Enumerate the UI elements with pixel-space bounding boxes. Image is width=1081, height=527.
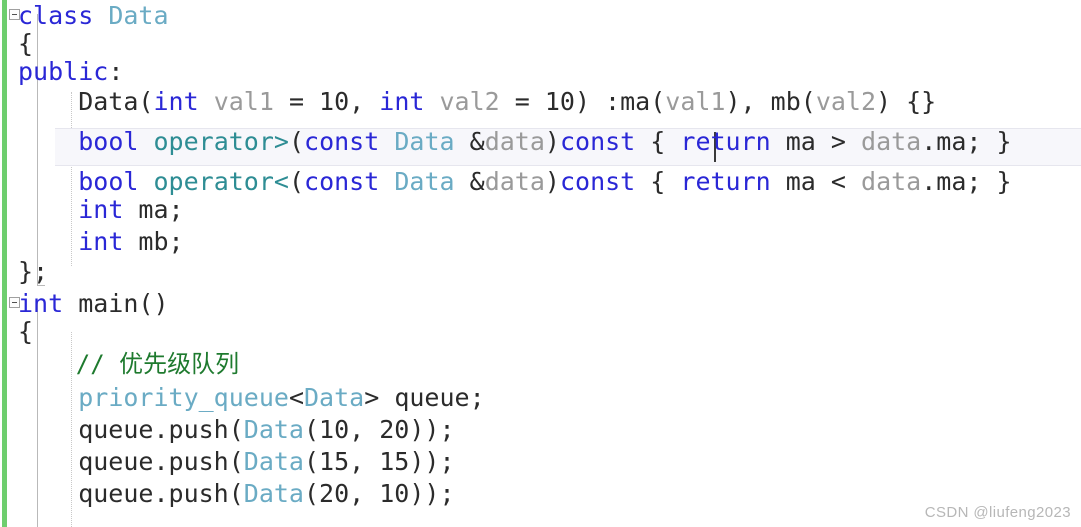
code-token: Data [108,1,169,30]
code-token: { [18,317,34,346]
code-line-15[interactable]: queue.push(Data(20, 10)); [18,474,455,514]
code-token: val1 [213,87,274,116]
code-token: const [304,127,380,156]
csdn-watermark: CSDN @liufeng2023 [924,504,1071,521]
code-token: .ma; } [921,167,1012,196]
code-token: operator> [153,127,289,156]
code-token: queue.push( [18,415,244,444]
code-token: return [680,167,771,196]
code-token: (20, 10)); [304,479,455,508]
code-token: ( [288,127,305,156]
code-token: Data( [18,87,154,116]
code-token: .ma; } [921,127,1012,156]
code-token: Data [394,127,455,156]
code-token: data [861,167,922,196]
code-token: return [680,127,771,156]
code-token: Data [243,415,304,444]
code-token: priority_queue [78,383,289,412]
code-token: = 10) :ma( [499,87,666,116]
code-line-9[interactable]: int main() [18,284,169,324]
code-token: int [78,227,124,256]
code-token: mb; [123,227,184,256]
code-token: // [75,350,120,378]
code-token: > queue; [364,383,485,412]
code-token: ) {} [876,87,937,116]
code-token: int [153,87,199,116]
code-token: ma; [123,195,184,224]
code-token: ) [544,127,560,156]
code-token: { [635,127,681,156]
code-token: data [484,127,545,156]
code-token: (15, 15)); [304,447,455,476]
code-token: val2 [815,87,877,116]
code-token: Data [243,479,304,508]
code-line-3[interactable]: Data(int val1 = 10, int val2 = 10) :ma(v… [18,82,936,122]
vcs-change-bar [2,0,7,527]
code-token: }; [18,257,49,286]
code-token: 优先级队列 [119,350,240,378]
code-token: ma > [770,127,862,156]
code-token: const [559,167,636,196]
code-token: val1 [665,87,726,116]
code-token: bool [78,127,139,156]
code-token: val2 [439,87,500,116]
code-token: data [861,127,922,156]
code-token: main() [63,289,169,318]
code-token: const [304,167,380,196]
code-token: < [288,383,304,412]
code-token: ( [288,167,305,196]
code-token: int [379,87,425,116]
code-token: const [559,127,636,156]
code-editor[interactable]: class Data { public: Data(int val1 = 10,… [0,0,1081,527]
code-token: Data [243,447,304,476]
code-token: int [78,195,124,224]
code-token: { [635,167,681,196]
code-token: & [454,127,485,156]
code-token: Data [304,383,365,412]
code-token: queue.push( [18,447,244,476]
code-line-4[interactable]: bool operator>(const Data &data)const { … [18,122,1012,162]
code-token: Data [394,167,455,196]
code-token: ) [544,167,560,196]
code-token: (10, 20)); [304,415,455,444]
code-token: = 10, [273,87,380,116]
code-token: ma < [770,167,862,196]
code-line-0[interactable]: class Data [18,0,169,36]
code-token: & [454,167,485,196]
code-token: queue.push( [18,479,244,508]
code-token: ), mb( [725,87,816,116]
code-token: data [484,167,545,196]
